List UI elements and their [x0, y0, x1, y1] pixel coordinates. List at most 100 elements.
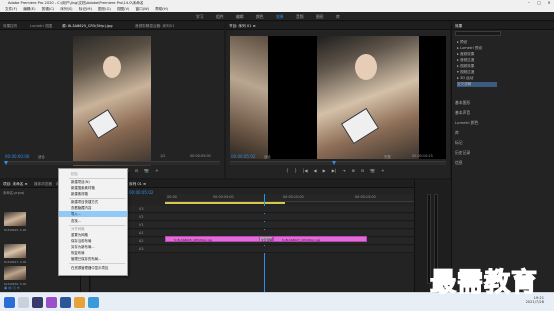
export-frame-button[interactable]: 📷 [370, 168, 375, 173]
overwrite-button[interactable]: ⊟ [135, 168, 138, 173]
menu-item-paste[interactable]: 粘贴 [59, 171, 127, 177]
task-view-icon[interactable] [32, 297, 43, 308]
play-button[interactable]: ▶ [323, 168, 326, 173]
photo-prop [340, 107, 380, 145]
premiere-app-icon[interactable] [46, 297, 57, 308]
panel-essential-graphics[interactable]: 基本图形 [455, 100, 470, 106]
tab-program[interactable]: 节目: 序列 01 ≡ [229, 24, 256, 29]
add-button[interactable]: + [155, 168, 158, 173]
track-v2[interactable]: V2 [91, 214, 414, 221]
menu-item-reveal-in-explorer[interactable]: 在资源管理器中显示项目 [59, 265, 127, 271]
tab-source[interactable]: 源: 8L3A8625_CR5(Ship).jpg [62, 24, 113, 29]
transition-clip[interactable]: 交叉溶解 [259, 236, 273, 242]
effects-tree-item[interactable]: ▸ 预设 [457, 40, 467, 45]
source-video-frame[interactable] [73, 36, 151, 166]
media-thumbnail[interactable] [4, 212, 26, 226]
lift-button[interactable]: ⊞ [351, 168, 354, 173]
menu-item-import[interactable]: 导入... [59, 211, 127, 217]
start-icon[interactable] [4, 297, 15, 308]
tab-audio-mixer[interactable]: 音频剪辑混合器: 序列01 [135, 24, 174, 29]
project-footer-icons[interactable]: ▣ ▤ ◫ ⊕ [4, 286, 20, 290]
program-scrubber[interactable] [230, 161, 446, 165]
tab-lumetri-scopes[interactable]: Lumetri 范围 [30, 24, 52, 29]
effects-tree-item[interactable]: ▾ 视频过渡 [457, 70, 474, 75]
subject-face [103, 56, 121, 78]
menu-item-find[interactable]: 查找... [59, 218, 127, 224]
extract-button[interactable]: ⊟ [361, 168, 364, 173]
program-quality-select[interactable]: 完整 [384, 154, 391, 159]
source-playhead[interactable] [4, 161, 8, 165]
panel-lumetri-color[interactable]: Lumetri 颜色 [455, 120, 478, 126]
workspace-tab[interactable]: 编辑 [236, 14, 244, 20]
step-forward-button[interactable]: ⇥ [342, 168, 345, 173]
panel-history[interactable]: 历史记录 [455, 150, 470, 156]
timeline-ruler[interactable]: 00:00 00:00:05:00 00:00:10:00 00:00:15:0… [165, 194, 414, 202]
workspace-tab[interactable]: 音频 [296, 14, 304, 20]
media-thumbnail[interactable] [4, 244, 26, 258]
source-fit-select[interactable]: 适合 [38, 154, 45, 159]
panel-libraries[interactable]: 库 [455, 130, 459, 136]
effects-title[interactable]: 效果 [455, 24, 462, 29]
program-fit-select[interactable]: 适合 [264, 154, 271, 159]
search-icon[interactable] [18, 297, 29, 308]
effects-tree-item-selected[interactable]: 交叉溶解 [457, 82, 497, 87]
window-title: Adobe Premiere Pro 2020 - C:\用户\Jing\文档\… [8, 1, 144, 5]
workspace-tab[interactable]: 库 [336, 14, 340, 20]
workspace-tab[interactable]: 学习 [196, 14, 204, 20]
tab-effect-controls[interactable]: 效果控件 [3, 24, 17, 29]
workspace-tab-active[interactable]: 效果 [276, 14, 284, 20]
ruler-label: 00:00 [167, 195, 177, 199]
tab-sequence[interactable]: 序列 01 ≡ [129, 182, 146, 187]
mark-in-button[interactable]: { [286, 168, 289, 173]
video-clip[interactable]: fx 8L3A8625_CR5(Ship).jpg [165, 236, 265, 242]
source-end-timecode: 00:00:05:00 [190, 154, 211, 158]
effects-tree-item[interactable]: ▸ 音频过渡 [457, 58, 474, 63]
timeline-timecode[interactable]: 00:00:05:02 [129, 190, 153, 195]
export-frame-button[interactable]: 📷 [144, 168, 149, 173]
go-to-out-button[interactable]: ▶| [332, 168, 336, 173]
step-back-button[interactable]: ◀ [314, 168, 317, 173]
track-a3[interactable]: A3 [91, 246, 414, 253]
track-v1[interactable]: V1 [91, 222, 414, 229]
go-to-in-button[interactable]: |◀ [303, 168, 307, 173]
effects-search-input[interactable] [455, 31, 501, 36]
panel-markers[interactable]: 标记 [455, 140, 463, 146]
browser-app-icon[interactable] [88, 297, 99, 308]
track-v3[interactable]: V3 [91, 206, 414, 213]
program-video-frame[interactable] [230, 36, 446, 159]
source-scrubber[interactable] [4, 161, 220, 165]
effects-tree-item[interactable]: ▸ 3D 运动 [457, 76, 473, 81]
effects-tree-item[interactable]: ▸ Lumetri 预设 [457, 46, 482, 51]
source-tabs: 效果控件 Lumetri 范围 源: 8L3A8625_CR5(Ship).jp… [0, 22, 224, 30]
media-name: 8L3A8625... [4, 228, 21, 232]
media-name: 8L3A8627... [4, 260, 21, 264]
explorer-app-icon[interactable] [74, 297, 85, 308]
video-clip[interactable]: fx 8L3A8627_CR5(Ship).jpg [273, 236, 367, 242]
add-button[interactable]: + [381, 168, 384, 173]
panel-essential-sound[interactable]: 基本声音 [455, 110, 470, 116]
word-app-icon[interactable] [60, 297, 71, 308]
menu-item-manage-layouts[interactable]: 管理已保存的布局... [59, 256, 127, 262]
panel-info[interactable]: 信息 [455, 160, 463, 166]
work-area-bar[interactable] [165, 202, 285, 204]
program-playhead[interactable] [332, 161, 336, 165]
menu-item-new-bin[interactable]: 新建素材箱 [59, 191, 127, 197]
source-scale-select[interactable]: 1/2 [160, 154, 165, 158]
program-timecode[interactable]: 00:00:05:02 [231, 154, 255, 159]
source-timecode[interactable]: 00:00:00:00 [5, 154, 29, 159]
tab-project[interactable]: 项目: 未命名 ≡ [3, 182, 27, 187]
program-transport: { } |◀ ◀ ▶ ▶| ⇥ ⊞ ⊟ 📷 + [286, 168, 385, 173]
tab-media-browser[interactable]: 媒体浏览器 [34, 182, 52, 187]
effects-tree-item[interactable]: ▸ 视频效果 [457, 64, 474, 69]
program-tabs: 节目: 序列 01 ≡ [226, 22, 450, 30]
workspace-tab[interactable]: 颜色 [256, 14, 264, 20]
effects-tree-item[interactable]: ▸ 音频效果 [457, 52, 474, 57]
effects-tabbar: 效果 [452, 22, 554, 30]
ruler-label: 00:00:05:00 [213, 195, 234, 199]
media-thumbnail[interactable] [4, 266, 26, 280]
project-context-menu: 粘贴 新建项目(N) 新建搜索素材箱 新建素材箱 新建项目快捷方式 查看隐藏内容… [58, 168, 128, 276]
workspace-tab[interactable]: 图形 [316, 14, 324, 20]
workspace-tab[interactable]: 组件 [216, 14, 224, 20]
mark-out-button[interactable]: } [295, 168, 298, 173]
ruler-label: 00:00:10:00 [283, 195, 304, 199]
